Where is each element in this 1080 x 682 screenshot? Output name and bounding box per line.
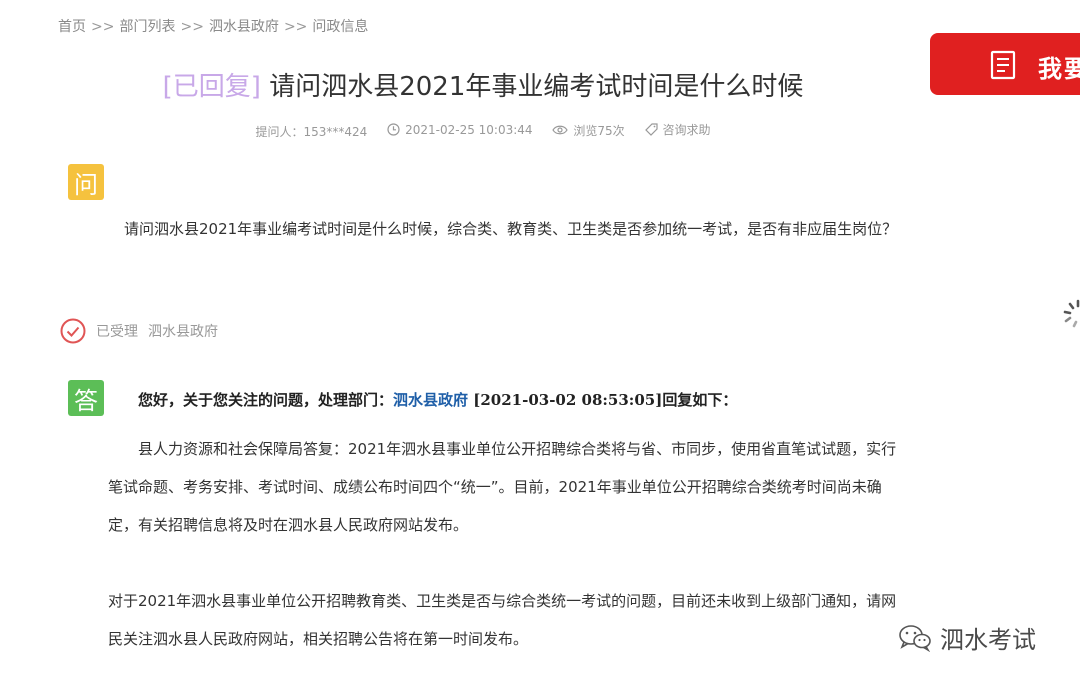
answer-body: 县人力资源和社会保障局答复：2021年泗水县事业单位公开招聘综合类将与省、市同步… <box>108 430 898 658</box>
question-category: 咨询求助 <box>644 121 711 138</box>
breadcrumb-home[interactable]: 首页 <box>58 19 86 35</box>
breadcrumb-separator: >> <box>91 19 115 35</box>
reply-header-suffix: [2021-03-02 08:53:05]回复如下： <box>468 391 738 409</box>
breadcrumb-county-gov[interactable]: 泗水县政府 <box>209 19 279 35</box>
accepted-department: 泗水县政府 <box>148 324 218 340</box>
page-title: [已回复] 请问泗水县2021年事业编考试时间是什么时候 <box>0 66 966 103</box>
asker-text: 提问人：153***424 <box>255 125 368 139</box>
tag-icon <box>644 123 658 136</box>
breadcrumb: 首页 >> 部门列表 >> 泗水县政府 >> 问政信息 <box>58 16 368 36</box>
check-circle-icon <box>60 318 86 344</box>
reply-header: 您好，关于您关注的问题，处理部门：泗水县政府 [2021-03-02 08:53… <box>138 389 737 410</box>
breadcrumb-departments[interactable]: 部门列表 <box>119 19 175 35</box>
question-meta: 提问人：153***424 2021-02-25 10:03:44 浏览75次 … <box>0 121 966 140</box>
clock-icon <box>387 123 400 136</box>
post-time-text: 2021-02-25 10:03:44 <box>405 122 533 137</box>
eye-icon <box>552 125 569 135</box>
loading-spinner-icon <box>1063 299 1080 328</box>
watermark: 泗水考试 <box>898 620 1036 655</box>
question-text: 请问泗水县2021年事业编考试时间是什么时候，综合类、教育类、卫生类是否参加统一… <box>124 220 898 238</box>
answer-paragraph-2: 对于2021年泗水县事业单位公开招聘教育类、卫生类是否与综合类统一考试的问题，目… <box>108 592 897 648</box>
answer-badge: 答 <box>68 380 104 416</box>
category-text: 咨询求助 <box>662 123 711 137</box>
watermark-text: 泗水考试 <box>940 626 1036 654</box>
view-count-text: 浏览75次 <box>573 123 625 138</box>
accepted-label: 已受理 <box>96 324 138 340</box>
view-count: 浏览75次 <box>552 122 625 139</box>
breadcrumb-separator: >> <box>283 19 308 35</box>
breadcrumb-inquiry-info[interactable]: 问政信息 <box>312 19 368 35</box>
reply-status-tag: [已回复] <box>162 72 261 102</box>
ask-question-label: 我要 <box>1038 55 1080 83</box>
reply-header-prefix: 您好，关于您关注的问题，处理部门： <box>138 391 394 409</box>
wechat-icon <box>899 624 931 652</box>
accepted-status: 已受理 泗水县政府 <box>60 318 218 344</box>
asker-info: 提问人：153***424 <box>255 123 367 140</box>
breadcrumb-separator: >> <box>180 19 204 35</box>
post-time: 2021-02-25 10:03:44 <box>387 122 533 137</box>
answer-paragraph-1: 县人力资源和社会保障局答复：2021年泗水县事业单位公开招聘综合类将与省、市同步… <box>108 440 897 534</box>
reply-department-link[interactable]: 泗水县政府 <box>393 391 468 409</box>
question-badge: 问 <box>68 164 104 200</box>
document-icon <box>990 50 1016 80</box>
page-title-text: 请问泗水县2021年事业编考试时间是什么时候 <box>269 72 804 102</box>
